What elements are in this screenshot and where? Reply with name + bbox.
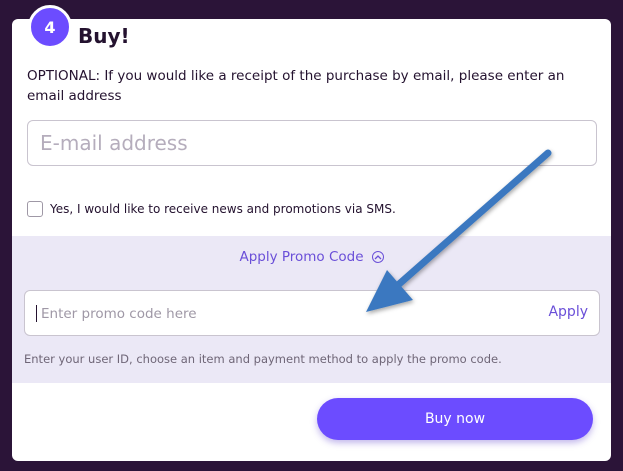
sms-optin-label: Yes, I would like to receive news and pr… <box>50 202 396 216</box>
apply-promo-button[interactable]: Apply <box>548 304 588 320</box>
promo-code-toggle[interactable]: Apply Promo Code <box>12 249 611 265</box>
step-number-badge: 4 <box>28 5 72 49</box>
promo-code-hint: Enter your user ID, choose an item and p… <box>24 352 502 366</box>
email-receipt-instructions: OPTIONAL: If you would like a receipt of… <box>27 68 565 104</box>
promo-code-section: Apply Promo Code Apply Enter your user I… <box>12 236 611 383</box>
text-caret <box>36 305 37 322</box>
chevron-up-icon <box>371 251 384 263</box>
sms-optin-checkbox[interactable] <box>27 201 43 217</box>
buy-now-button[interactable]: Buy now <box>317 398 593 440</box>
promo-code-field: Apply <box>24 290 600 336</box>
sms-optin-row[interactable]: Yes, I would like to receive news and pr… <box>27 200 396 218</box>
promo-code-toggle-label: Apply Promo Code <box>239 249 364 265</box>
step-title: Buy! <box>78 24 130 48</box>
email-field[interactable] <box>27 120 597 166</box>
promo-code-input[interactable] <box>39 292 523 336</box>
